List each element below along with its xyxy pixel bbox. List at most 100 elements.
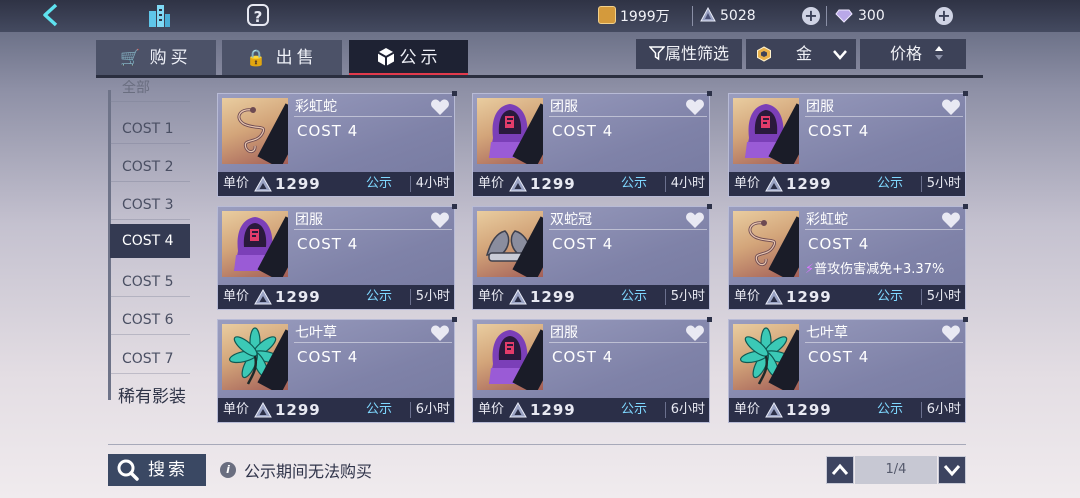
sidebar-item-label: COST 7 xyxy=(122,351,174,367)
add-diamonds-plus-icon[interactable]: + xyxy=(935,7,953,25)
grade-dropdown[interactable]: 金 xyxy=(746,39,856,69)
heart-icon[interactable] xyxy=(941,98,961,116)
heart-icon[interactable] xyxy=(685,98,705,116)
back-arrow-icon[interactable] xyxy=(38,2,64,28)
item-card[interactable]: 彩虹蛇 COST 4 ⚡普攻伤害减免+3.37% 单价 1299 公示 5小时 xyxy=(728,204,968,310)
item-card[interactable]: 七叶草 COST 4 单价 1299 公示 6小时 xyxy=(728,317,968,423)
gem-icon xyxy=(509,288,527,305)
sidebar-item-label: COST 1 xyxy=(122,121,174,137)
sort-icon xyxy=(935,46,943,60)
item-card[interactable]: 团服 COST 4 单价 1299 公示 6小时 xyxy=(472,317,712,423)
item-cost: COST 4 xyxy=(808,235,870,253)
sidebar-item-cost-6[interactable]: COST 6 xyxy=(110,305,190,335)
tab-sell-label: 出售 xyxy=(275,48,318,68)
unit-price-label: 单价 xyxy=(734,402,761,417)
sidebar-item-all[interactable]: 全部 xyxy=(110,80,190,102)
item-card[interactable]: 彩虹蛇 COST 4 单价 1299 公示 4小时 xyxy=(217,91,457,197)
city-icon[interactable] xyxy=(146,3,172,29)
unit-price-label: 单价 xyxy=(478,176,505,191)
coin-balance: 1999万 xyxy=(598,6,670,26)
tab-buy-label: 购买 xyxy=(149,48,192,68)
item-price-bar: 单价 1299 公示 5小时 xyxy=(729,172,965,196)
bag-icon: 🔒 xyxy=(246,48,267,67)
unit-price-label: 单价 xyxy=(223,289,250,304)
heart-icon[interactable] xyxy=(685,324,705,342)
tab-sell[interactable]: 🔒 出售 xyxy=(222,40,342,76)
status-label: 公示 xyxy=(877,176,904,191)
sidebar-item-cost-3[interactable]: COST 3 xyxy=(110,190,190,220)
price-sort-button[interactable]: 价格 xyxy=(860,39,966,69)
item-cost: COST 4 xyxy=(297,235,359,253)
gem-icon xyxy=(254,175,272,192)
info-icon: i xyxy=(220,462,236,478)
status-label: 公示 xyxy=(366,402,393,417)
item-price-bar: 单价 1299 公示 6小时 xyxy=(473,398,709,422)
item-card[interactable]: 七叶草 COST 4 单价 1299 公示 6小时 xyxy=(217,317,457,423)
item-thumbnail xyxy=(222,211,288,277)
item-card[interactable]: 团服 COST 4 单价 1299 公示 4小时 xyxy=(472,91,712,197)
sidebar-rare-label: 稀有影装 xyxy=(118,387,186,407)
tab-public[interactable]: 公示 xyxy=(349,40,468,76)
sidebar-item-label: COST 6 xyxy=(122,312,174,328)
sidebar-item-label: COST 3 xyxy=(122,197,174,213)
help-icon[interactable]: ? xyxy=(247,4,269,26)
heart-icon[interactable] xyxy=(430,98,450,116)
time-remaining: 5小时 xyxy=(415,289,450,304)
heart-icon[interactable] xyxy=(430,211,450,229)
status-label: 公示 xyxy=(621,289,648,304)
tab-buy[interactable]: 🛒 购买 xyxy=(96,40,216,76)
item-thumbnail xyxy=(477,98,543,164)
page-up-button[interactable] xyxy=(826,456,854,484)
item-thumbnail xyxy=(222,324,288,390)
sidebar-item-cost-1[interactable]: COST 1 xyxy=(110,114,190,144)
sidebar-item-cost-5[interactable]: COST 5 xyxy=(110,267,190,297)
item-effect: ⚡普攻伤害减免+3.37% xyxy=(805,258,944,277)
time-remaining: 5小时 xyxy=(926,289,961,304)
item-card[interactable]: 团服 COST 4 单价 1299 公示 5小时 xyxy=(217,204,457,310)
status-label: 公示 xyxy=(877,402,904,417)
heart-icon[interactable] xyxy=(685,211,705,229)
diamond-balance: 300 xyxy=(834,6,885,26)
status-label: 公示 xyxy=(621,402,648,417)
gem-icon xyxy=(700,7,716,22)
sidebar-item-label: COST 4 xyxy=(122,233,174,249)
item-card[interactable]: 团服 COST 4 单价 1299 公示 5小时 xyxy=(728,91,968,197)
item-price-bar: 单价 1299 公示 5小时 xyxy=(473,285,709,309)
price-sort-label: 价格 xyxy=(889,44,922,63)
heart-icon[interactable] xyxy=(941,211,961,229)
heart-icon[interactable] xyxy=(941,324,961,342)
chevron-down-icon xyxy=(943,465,961,477)
sidebar-item-cost-7[interactable]: COST 7 xyxy=(110,344,190,374)
grade-label: 金 xyxy=(795,44,812,63)
cube-icon xyxy=(377,48,394,66)
chevron-up-icon xyxy=(831,463,849,475)
divider xyxy=(692,6,693,26)
item-effect-text: 普攻伤害减免+3.37% xyxy=(814,262,945,277)
time-remaining: 6小时 xyxy=(415,402,450,417)
item-price-bar: 单价 1299 公示 4小时 xyxy=(218,172,454,196)
notice-text: 公示期间无法购买 xyxy=(244,462,373,481)
unit-price-label: 单价 xyxy=(734,289,761,304)
attribute-filter-button[interactable]: 属性筛选 xyxy=(636,39,742,69)
item-card[interactable]: 双蛇冠 COST 4 单价 1299 公示 5小时 xyxy=(472,204,712,310)
item-cost: COST 4 xyxy=(808,348,870,366)
divider xyxy=(826,6,827,26)
sidebar-item-cost-2[interactable]: COST 2 xyxy=(110,152,190,182)
item-thumbnail xyxy=(477,324,543,390)
sidebar-item-label: 全部 xyxy=(122,80,150,96)
item-price: 1299 xyxy=(275,175,321,193)
heart-icon[interactable] xyxy=(430,324,450,342)
sidebar-item-cost-4[interactable]: COST 4 xyxy=(110,224,190,258)
diamond-icon xyxy=(835,9,853,23)
sidebar-item-rare[interactable]: 稀有影装 xyxy=(110,382,194,412)
page-down-button[interactable] xyxy=(938,456,966,484)
item-name: 彩虹蛇 xyxy=(295,99,337,115)
cart-icon: 🛒 xyxy=(120,48,141,67)
add-gems-plus-icon[interactable]: + xyxy=(802,7,820,25)
gem-icon xyxy=(254,401,272,418)
time-remaining: 5小时 xyxy=(670,289,705,304)
gem-balance: 5028 xyxy=(700,6,756,26)
item-thumbnail xyxy=(733,211,799,277)
coin-icon xyxy=(598,6,616,24)
item-price: 1299 xyxy=(275,401,321,419)
